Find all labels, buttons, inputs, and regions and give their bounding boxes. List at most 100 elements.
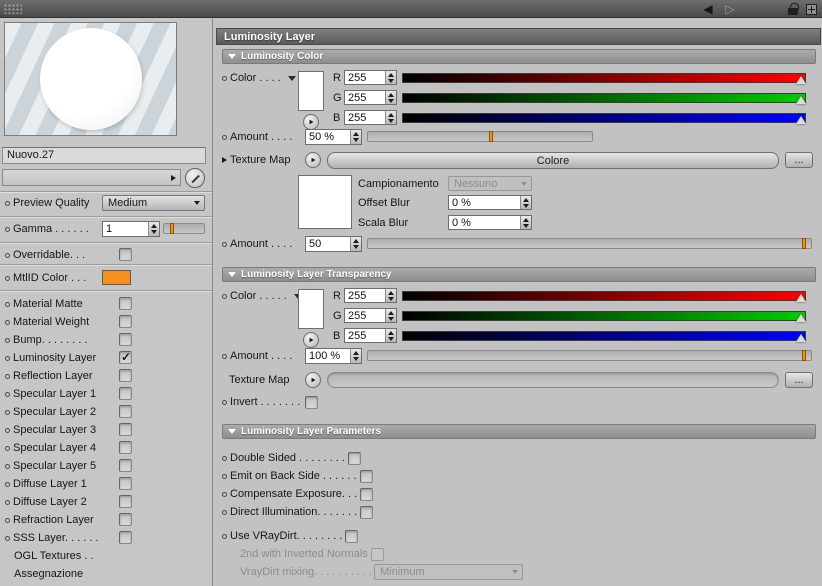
spinner-arrows-icon[interactable] [385, 309, 396, 322]
texture-link-button[interactable] [305, 152, 321, 168]
channel-diffuse-layer-2-checkbox[interactable] [119, 495, 132, 508]
amount-texture-slider[interactable] [367, 238, 812, 249]
channel-specular-layer-2-checkbox[interactable] [119, 405, 132, 418]
amount-spinner[interactable]: 50 % [305, 129, 362, 145]
channel-specular-layer-5-checkbox[interactable] [119, 459, 132, 472]
spinner-arrows-icon[interactable] [520, 216, 531, 229]
inverted-normals-checkbox[interactable] [370, 547, 384, 561]
divider [0, 191, 212, 193]
channel-specular-layer-3-checkbox[interactable] [119, 423, 132, 436]
spinner-arrows-icon[interactable] [385, 329, 396, 342]
b-spinner[interactable]: 255 [344, 110, 397, 125]
amount-slider-handle[interactable] [488, 131, 493, 142]
material-name-input[interactable]: Nuovo.27 [2, 147, 206, 164]
preview-size-slider[interactable] [2, 169, 181, 186]
g-spinner[interactable]: 255 [344, 90, 397, 105]
spinner-arrows-icon[interactable] [350, 237, 361, 251]
compensate-exposure-checkbox[interactable] [360, 487, 374, 501]
g-gradient-slider[interactable] [402, 93, 806, 104]
spinner-arrows-icon[interactable] [350, 349, 361, 363]
material-preview[interactable] [4, 22, 177, 136]
use-vraydirt-checkbox[interactable] [345, 529, 359, 543]
amount-slider[interactable] [367, 131, 593, 142]
transparency-color-swatch[interactable] [298, 289, 324, 329]
overridable-checkbox[interactable] [119, 248, 132, 261]
gamma-spinner[interactable]: 1 [102, 221, 160, 237]
slider-handle-icon[interactable] [796, 76, 806, 84]
mtlid-color-swatch[interactable] [102, 270, 131, 285]
lock-icon[interactable] [786, 1, 800, 17]
transparency-texture-link-button[interactable] [305, 372, 321, 388]
transparency-amount-slider-handle[interactable] [802, 350, 807, 361]
group-header-luminosity-color[interactable]: Luminosity Color [222, 49, 816, 64]
channel-material-weight-checkbox[interactable] [119, 315, 132, 328]
slider-handle-icon[interactable] [796, 116, 806, 124]
spinner-arrows-icon[interactable] [385, 289, 396, 302]
campionamento-dropdown[interactable]: Nessuno [448, 176, 532, 191]
param-dot-icon [222, 293, 227, 299]
channel-reflection-layer-checkbox[interactable] [119, 369, 132, 382]
edit-preview-button[interactable] [185, 168, 205, 188]
double-sided-checkbox[interactable] [347, 451, 361, 465]
scala-blur-spinner[interactable]: 0 % [448, 215, 532, 230]
texture-shader-button[interactable]: Colore [327, 152, 779, 169]
history-forward-icon[interactable]: ▷ [722, 1, 738, 17]
transparency-texture-browse-button[interactable]: ... [785, 372, 813, 388]
emit-back-checkbox[interactable] [359, 469, 373, 483]
transparency-amount-spinner[interactable]: 100 % [305, 348, 362, 364]
transparency-b-spinner[interactable]: 255 [344, 328, 397, 343]
transparency-g-gradient-slider[interactable] [402, 311, 806, 322]
channel-bump-checkbox[interactable] [119, 333, 132, 346]
transparency-b-gradient-slider[interactable] [402, 331, 806, 342]
spinner-arrows-icon[interactable] [385, 91, 396, 104]
slider-handle-icon[interactable] [796, 294, 806, 302]
color-swatch[interactable] [298, 71, 324, 111]
preview-quality-dropdown[interactable]: Medium [102, 195, 205, 211]
channel-row: Luminosity Layer [5, 350, 208, 366]
add-panel-icon[interactable] [804, 1, 818, 17]
param-dot-icon [222, 533, 227, 539]
transparency-amount-slider[interactable] [367, 350, 812, 361]
vraydirt-mixing-dropdown[interactable]: Minimum [374, 564, 523, 580]
amount-texture-spinner[interactable]: 50 [305, 236, 362, 252]
channel-material-matte-checkbox[interactable] [119, 297, 132, 310]
channel-specular-layer-4-checkbox[interactable] [119, 441, 132, 454]
color-expand-button[interactable] [303, 114, 319, 130]
transparency-color-expand-button[interactable] [303, 332, 319, 348]
expander-triangle-icon[interactable] [222, 157, 227, 163]
history-back-icon[interactable]: ◀ [700, 1, 716, 17]
r-gradient-slider[interactable] [402, 73, 806, 84]
spinner-arrows-icon[interactable] [520, 196, 531, 209]
gamma-slider[interactable] [163, 223, 205, 234]
slider-handle-icon[interactable] [796, 334, 806, 342]
group-header-parameters[interactable]: Luminosity Layer Parameters [222, 424, 816, 439]
transparency-texture-field[interactable] [327, 372, 779, 388]
slider-handle-icon[interactable] [796, 96, 806, 104]
color-mode-dropdown-icon[interactable] [287, 75, 296, 81]
channel-specular-layer-1-checkbox[interactable] [119, 387, 132, 400]
r-spinner[interactable]: 255 [344, 70, 397, 85]
direct-illumination-checkbox[interactable] [360, 505, 374, 519]
channel-luminosity-layer-checkbox[interactable] [119, 350, 132, 364]
channel-sss-layer-checkbox[interactable] [119, 531, 132, 544]
gamma-slider-handle[interactable] [170, 223, 174, 234]
texture-browse-button[interactable]: ... [785, 152, 813, 168]
transparency-g-spinner[interactable]: 255 [344, 308, 397, 323]
spinner-arrows-icon[interactable] [148, 222, 159, 236]
spinner-arrows-icon[interactable] [350, 130, 361, 144]
channel-refraction-layer-checkbox[interactable] [119, 513, 132, 526]
amount-texture-slider-handle[interactable] [802, 238, 807, 249]
spinner-arrows-icon[interactable] [385, 71, 396, 84]
grip-icon[interactable] [4, 4, 22, 14]
b-gradient-slider[interactable] [402, 113, 806, 124]
transparency-r-gradient-slider[interactable] [402, 291, 806, 302]
group-header-transparency[interactable]: Luminosity Layer Transparency [222, 267, 816, 282]
r-value: 255 [348, 290, 367, 302]
slider-handle-icon[interactable] [796, 314, 806, 322]
channel-diffuse-layer-1-checkbox[interactable] [119, 477, 132, 490]
g-label: G [333, 92, 342, 104]
spinner-arrows-icon[interactable] [385, 111, 396, 124]
transparency-r-spinner[interactable]: 255 [344, 288, 397, 303]
offset-blur-spinner[interactable]: 0 % [448, 195, 532, 210]
invert-checkbox[interactable] [305, 395, 319, 409]
